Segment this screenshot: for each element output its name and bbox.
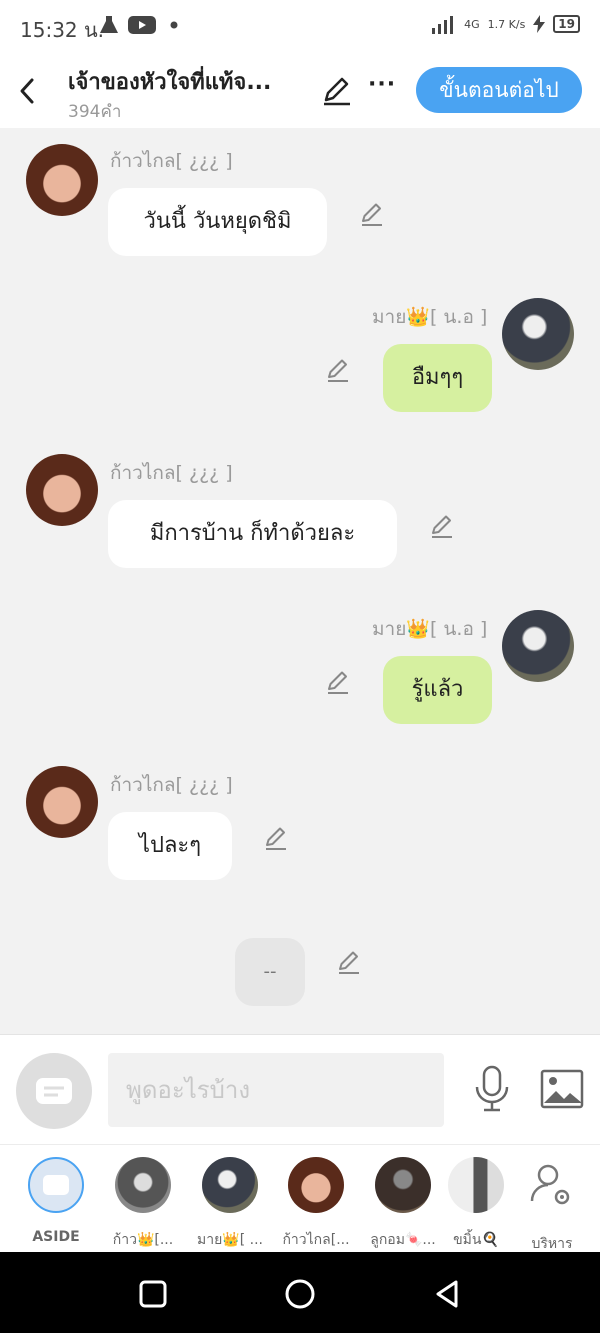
input-bar — [0, 1034, 600, 1144]
message-bubble[interactable]: รู้แล้ว — [383, 656, 492, 724]
character-label: ขมิ้น🍳 — [453, 1232, 499, 1248]
network-type: 4G — [464, 17, 480, 31]
signal-icon — [432, 16, 454, 34]
back-nav-icon[interactable] — [428, 1274, 468, 1314]
aside-toggle-button[interactable] — [16, 1053, 92, 1129]
message-input[interactable] — [108, 1053, 444, 1127]
status-time: 15:32 น. — [20, 18, 105, 42]
flask-icon — [100, 16, 118, 33]
character-label: ก้าว👑[... — [112, 1232, 174, 1248]
chat-area[interactable]: ก้าวไกล[ ¿¿¿ ] วันนี้ วันหยุดชิมิ มาย👑[ … — [0, 128, 600, 1034]
character-item[interactable]: ขมิ้น🍳 — [436, 1157, 516, 1251]
message-bubble[interactable]: อืมๆๆ — [383, 344, 492, 412]
status-notification-icons — [98, 14, 184, 36]
character-item[interactable]: มาย👑[ ... — [188, 1157, 272, 1251]
aside-avatar — [28, 1157, 84, 1213]
speech-bubble-icon — [43, 1175, 69, 1195]
avatar[interactable] — [26, 144, 98, 216]
back-arrow-icon[interactable] — [14, 74, 42, 108]
character-avatar — [202, 1157, 258, 1213]
message-nickname: ก้าวไกล[ ¿¿¿ ] — [110, 462, 233, 484]
edit-message-icon[interactable] — [324, 356, 352, 384]
edit-title-icon[interactable] — [320, 74, 354, 108]
image-icon[interactable] — [540, 1069, 584, 1109]
character-item[interactable]: ลูกอม🍬... — [361, 1157, 445, 1251]
word-count: 394คำ — [68, 102, 122, 122]
microphone-icon[interactable] — [472, 1065, 512, 1113]
recent-apps-icon[interactable] — [133, 1274, 173, 1314]
character-item[interactable]: ก้าว👑[... — [101, 1157, 185, 1251]
character-avatar — [375, 1157, 431, 1213]
character-aside[interactable]: ASIDE — [14, 1157, 98, 1245]
more-options-icon[interactable]: ··· — [368, 72, 396, 97]
network-speed: 1.7 K/s — [487, 17, 526, 31]
avatar[interactable] — [26, 766, 98, 838]
character-label: มาย👑[ ... — [197, 1232, 263, 1248]
speech-bubble-icon — [36, 1078, 72, 1104]
message-nickname: มาย👑[ น.อ ] — [372, 306, 488, 328]
character-label: ASIDE — [32, 1229, 80, 1245]
charging-icon — [533, 15, 546, 33]
manage-characters-button[interactable]: บริหาร — [510, 1157, 594, 1255]
character-label: ก้าวไกล[... — [282, 1232, 350, 1248]
top-bar: เจ้าของหัวใจที่แท้จ... 394คำ ··· ขั้นตอน… — [0, 54, 600, 128]
character-avatar — [448, 1157, 504, 1213]
edit-message-icon[interactable] — [335, 948, 363, 976]
status-bar: 15:32 น. 4G 1.7 K/s 19 — [0, 0, 600, 54]
message-nickname: มาย👑[ น.อ ] — [372, 618, 488, 640]
message-nickname: ก้าวไกล[ ¿¿¿ ] — [110, 774, 233, 796]
character-bar: ASIDE ก้าว👑[... มาย👑[ ... ก้าวไกล[... ลู… — [0, 1144, 600, 1252]
battery-level: 19 — [553, 15, 580, 33]
message-bubble[interactable]: มีการบ้าน ก็ทำด้วยละ — [108, 500, 397, 568]
message-bubble[interactable]: ไปละๆ — [108, 812, 232, 880]
edit-message-icon[interactable] — [262, 824, 290, 852]
edit-message-icon[interactable] — [358, 200, 386, 228]
system-nav-bar — [0, 1252, 600, 1333]
user-settings-icon — [524, 1157, 580, 1213]
home-icon[interactable] — [280, 1274, 320, 1314]
character-avatar — [288, 1157, 344, 1213]
message-nickname: ก้าวไกล[ ¿¿¿ ] — [110, 150, 233, 172]
character-item[interactable]: ก้าวไกล[... — [274, 1157, 358, 1251]
avatar[interactable] — [502, 610, 574, 682]
edit-message-icon[interactable] — [324, 668, 352, 696]
avatar[interactable] — [26, 454, 98, 526]
story-title: เจ้าของหัวใจที่แท้จ... — [68, 70, 272, 95]
avatar[interactable] — [502, 298, 574, 370]
character-label: ลูกอม🍬... — [370, 1232, 436, 1248]
character-avatar — [115, 1157, 171, 1213]
message-bubble[interactable]: วันนี้ วันหยุดชิมิ — [108, 188, 327, 256]
aside-bubble[interactable]: -- — [235, 938, 305, 1006]
youtube-icon — [128, 16, 156, 34]
dot-icon — [170, 21, 178, 29]
edit-message-icon[interactable] — [428, 512, 456, 540]
status-right: 4G 1.7 K/s 19 — [432, 14, 580, 34]
next-step-button[interactable]: ขั้นตอนต่อไป — [416, 67, 582, 113]
